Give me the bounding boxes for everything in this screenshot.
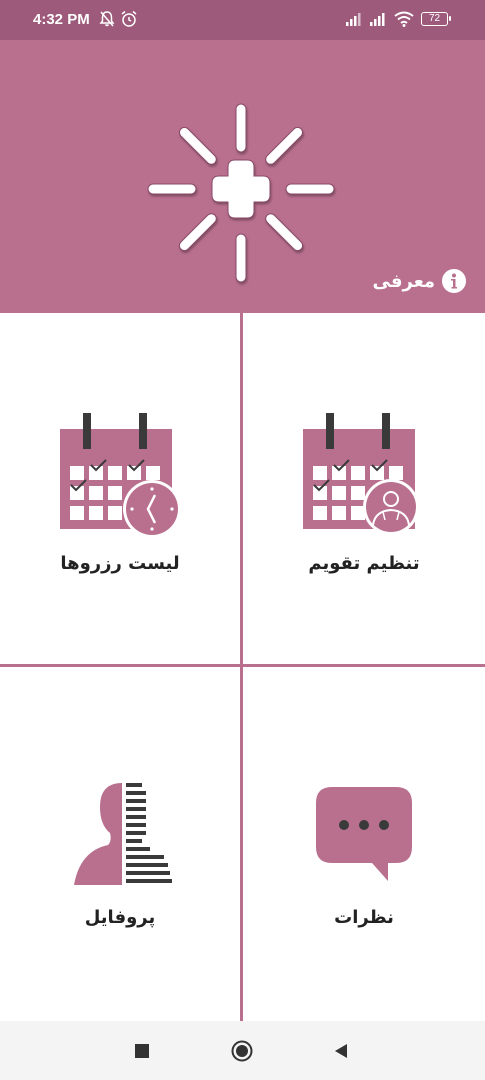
tile-reservations-list[interactable]: لیست رزروها <box>0 313 240 664</box>
tile-profile-label: پروفایل <box>84 907 156 928</box>
tile-comments[interactable]: نظرات <box>243 667 485 1021</box>
status-bar: 4:32 PM 72 <box>0 0 485 40</box>
back-triangle-icon[interactable] <box>333 1043 349 1059</box>
tile-profile[interactable]: پروفایل <box>0 667 240 1021</box>
intro-button[interactable]: معرفی <box>373 268 468 294</box>
status-time: 4:32 PM <box>33 11 90 28</box>
intro-label: معرفی <box>372 270 436 292</box>
medical-plus-burst-icon <box>147 103 335 283</box>
info-icon <box>442 269 466 293</box>
battery-icon: 72 <box>421 12 451 26</box>
tile-reservations-list-label: لیست رزروها <box>60 553 180 574</box>
wifi-icon <box>394 11 414 27</box>
system-nav-bar <box>0 1021 485 1080</box>
home-circle-icon[interactable] <box>231 1040 253 1062</box>
menu-grid: تنظیم تقویم لیست رزروها نظرات پروفایل <box>0 313 485 1021</box>
recents-square-icon[interactable] <box>135 1044 149 1058</box>
profile-icon <box>74 783 172 885</box>
signal-icon <box>346 13 361 26</box>
calendar-clock-icon <box>60 413 181 535</box>
signal-icon <box>370 13 385 26</box>
tile-calendar-setting-label: تنظیم تقویم <box>308 553 420 574</box>
tile-calendar-setting[interactable]: تنظیم تقویم <box>243 313 485 664</box>
header-banner: معرفی <box>0 40 485 313</box>
tile-comments-label: نظرات <box>334 907 394 928</box>
mute-bell-icon <box>99 11 115 27</box>
chat-bubble-icon <box>316 787 412 881</box>
battery-level: 72 <box>428 13 441 24</box>
calendar-doctor-icon <box>303 413 419 535</box>
alarm-clock-icon <box>121 10 137 27</box>
